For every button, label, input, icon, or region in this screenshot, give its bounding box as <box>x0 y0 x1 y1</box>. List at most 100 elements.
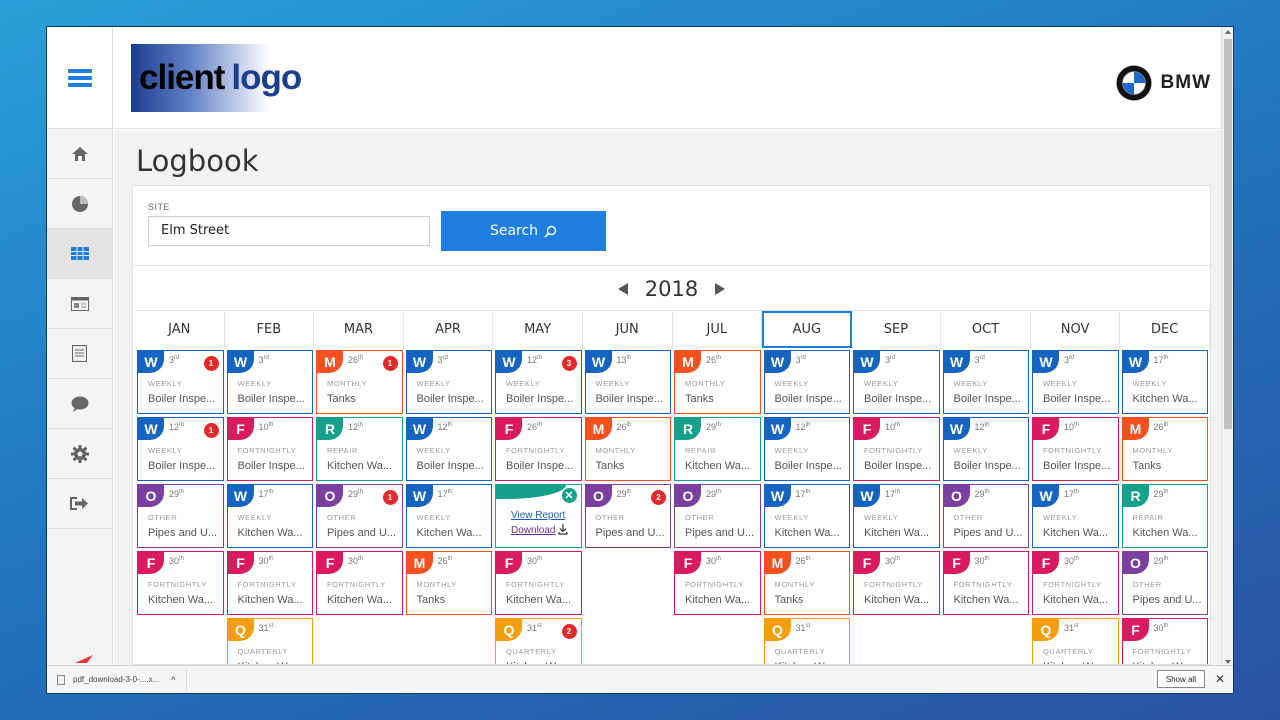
month-header-row: JAN FEB MAR APR MAY JUN JUL AUG SEP OCT NOV DEC <box>135 310 1210 348</box>
search-button[interactable]: Search <box>441 211 606 251</box>
logbook-entry-card[interactable]: O 29th OTHER Pipes and U... 2 <box>584 484 671 548</box>
logbook-entry-card[interactable]: F 10th FORTNIGHTLY Boiler Inspe... <box>1032 417 1119 481</box>
logbook-entry-card[interactable]: W 12th WEEKLY Boiler Inspe... 3 <box>495 350 582 414</box>
month-header-sep[interactable]: SEP <box>852 311 942 348</box>
previous-year-arrow-icon[interactable] <box>617 283 628 295</box>
logbook-entry-card[interactable]: Q31stQUARTERLYKitchen Wa... <box>1032 618 1119 664</box>
bmw-roundel-icon <box>1116 65 1152 101</box>
month-header-aug[interactable]: AUG <box>762 311 852 348</box>
site-input[interactable]: Elm Street <box>148 216 430 246</box>
logbook-entry-card[interactable]: W 3rd WEEKLY Boiler Inspe... <box>1032 350 1119 414</box>
sidebar-item-logbook[interactable] <box>47 229 112 279</box>
show-all-button[interactable]: Show all <box>1156 670 1205 688</box>
next-year-arrow-icon[interactable] <box>715 283 726 295</box>
logbook-entry-card[interactable]: O 29th OTHER Pipes and U... 1 <box>316 484 403 548</box>
month-header-nov[interactable]: NOV <box>1031 311 1121 348</box>
logbook-entry-card[interactable]: O 29th OTHER Pipes and U... <box>942 484 1029 548</box>
chevron-up-icon[interactable]: ^ <box>171 675 175 685</box>
logbook-entry-card[interactable]: R 29th REPAIR Kitchen Wa... <box>674 417 761 481</box>
month-header-mar[interactable]: MAR <box>314 311 404 348</box>
download-item[interactable]: pdf_download-3-0-....x... ^ <box>57 668 187 691</box>
sidebar-item-messages[interactable] <box>47 379 112 429</box>
logbook-entry-card[interactable]: F30thFORTNIGHTLYKitchen Wa... <box>137 551 224 615</box>
logbook-entry-card[interactable]: M 26th MONTHLY Tanks <box>584 417 671 481</box>
sidebar-item-dashboard[interactable] <box>47 279 112 329</box>
logbook-entry-card[interactable]: W 3rd WEEKLY Boiler Inspe... <box>405 350 492 414</box>
sidebar-item-home[interactable] <box>47 129 112 179</box>
logbook-entry-card[interactable]: W 3rd WEEKLY Boiler Inspe... <box>942 350 1029 414</box>
logbook-entry-card[interactable]: R 29th REPAIR Kitchen Wa... <box>1121 484 1208 548</box>
logbook-entry-card[interactable]: F30thFORTNIGHTLYKitchen Wa... <box>942 551 1029 615</box>
view-report-link[interactable]: View Report <box>511 510 565 521</box>
grid-cell: O 29th OTHER Pipes and U... <box>941 483 1030 549</box>
logbook-entry-card[interactable]: W 3rd WEEKLY Boiler Inspe... 1 <box>137 350 224 414</box>
logbook-entry-card[interactable]: M 26th MONTHLY Tanks <box>763 551 850 615</box>
due-day: 12th <box>438 422 453 432</box>
logbook-entry-card[interactable]: W 3rd WEEKLY Boiler Inspe... <box>763 350 850 414</box>
scroll-up-arrow-icon[interactable] <box>1225 30 1231 34</box>
logbook-entry-card[interactable]: F30thFORTNIGHTLYKitchen Wa... <box>1032 551 1119 615</box>
logbook-entry-card[interactable]: W 17th WEEKLY Kitchen Wa... <box>405 484 492 548</box>
logbook-entry-card[interactable]: F30thFORTNIGHTLYKitchen Wa... <box>495 551 582 615</box>
logbook-entry-card[interactable]: W 17th WEEKLY Kitchen Wa... <box>763 484 850 548</box>
logbook-entry-card[interactable]: F 26th FORTNIGHTLY Boiler Inspe... <box>495 417 582 481</box>
month-header-may[interactable]: MAY <box>493 311 583 348</box>
sidebar-item-logout[interactable] <box>47 479 112 529</box>
logbook-entry-card[interactable]: O 29th OTHER Pipes and U... <box>1121 551 1208 615</box>
month-header-jun[interactable]: JUN <box>583 311 673 348</box>
logbook-entry-card[interactable]: W 17th WEEKLY Kitchen Wa... <box>1032 484 1119 548</box>
frequency-label: WEEKLY <box>416 446 451 455</box>
logbook-entry-card[interactable]: W 17th WEEKLY Kitchen Wa... <box>226 484 313 548</box>
scroll-down-arrow-icon[interactable] <box>1225 660 1231 664</box>
scrollbar-thumb[interactable] <box>1224 39 1232 429</box>
logbook-entry-card[interactable]: W 12th WEEKLY Boiler Inspe... 1 <box>137 417 224 481</box>
logbook-entry-card[interactable]: W 17th WEEKLY Kitchen Wa... <box>1121 350 1208 414</box>
logbook-entry-card[interactable]: M 26th MONTHLY Tanks <box>1121 417 1208 481</box>
menu-toggle-button[interactable] <box>47 27 112 129</box>
logbook-entry-card[interactable]: W 12th WEEKLY Boiler Inspe... <box>405 417 492 481</box>
frequency-label: WEEKLY <box>148 379 183 388</box>
month-header-oct[interactable]: OCT <box>941 311 1031 348</box>
logbook-entry-card[interactable]: M 26th MONTHLY Tanks <box>674 350 761 414</box>
due-day: 30th <box>975 556 990 566</box>
close-icon[interactable]: ✕ <box>1215 672 1225 686</box>
logbook-entry-card[interactable]: W 13th WEEKLY Boiler Inspe... <box>584 350 671 414</box>
logbook-entry-card[interactable]: W 12th WEEKLY Boiler Inspe... <box>763 417 850 481</box>
logbook-entry-card[interactable]: F30thFORTNIGHTLYKitchen Wa... <box>853 551 940 615</box>
download-icon[interactable] <box>558 524 568 535</box>
month-header-feb[interactable]: FEB <box>225 311 315 348</box>
logbook-entry-card[interactable]: F30thFORTNIGHTLYKitchen Wa... <box>674 551 761 615</box>
download-link[interactable]: Download <box>511 525 555 536</box>
logbook-entry-card[interactable]: M 26th MONTHLY Tanks 1 <box>316 350 403 414</box>
logbook-entry-card[interactable]: W 3rd WEEKLY Boiler Inspe... <box>226 350 313 414</box>
logbook-entry-card[interactable]: O 29th OTHER Pipes and U... <box>674 484 761 548</box>
logbook-entry-card[interactable]: W 17th WEEKLY Kitchen Wa... <box>853 484 940 548</box>
frequency-tag: F <box>943 552 970 574</box>
page-scrollbar[interactable] <box>1221 27 1233 667</box>
logbook-entry-card[interactable]: Q31stQUARTERLYKitchen Wa... <box>763 618 850 664</box>
month-header-dec[interactable]: DEC <box>1120 311 1210 348</box>
due-day-number: 30 <box>527 556 538 566</box>
logbook-entry-card[interactable]: Q31stQUARTERLYKitchen Wa... <box>226 618 313 664</box>
logbook-entry-card[interactable]: O 29th OTHER Pipes and U... <box>137 484 224 548</box>
task-name: Boiler Inspe... <box>237 460 305 472</box>
month-header-apr[interactable]: APR <box>404 311 494 348</box>
sidebar-item-reports[interactable] <box>47 179 112 229</box>
month-header-jul[interactable]: JUL <box>673 311 763 348</box>
sidebar-item-documents[interactable] <box>47 329 112 379</box>
logbook-entry-card[interactable]: F30thFORTNIGHTLYKitchen Wa... <box>226 551 313 615</box>
logbook-entry-card[interactable]: F 10th FORTNIGHTLY Boiler Inspe... <box>226 417 313 481</box>
logbook-entry-card[interactable]: F 10th FORTNIGHTLY Boiler Inspe... <box>853 417 940 481</box>
popup-swoosh <box>496 485 566 499</box>
logbook-entry-card[interactable]: W 12th WEEKLY Boiler Inspe... <box>942 417 1029 481</box>
logbook-entry-card[interactable]: Q31stQUARTERLYKitchen Wa...2 <box>495 618 582 664</box>
logbook-entry-card[interactable]: F30thFORTNIGHTLYKitchen Wa... <box>316 551 403 615</box>
close-icon[interactable]: ✕ <box>561 488 577 503</box>
logbook-entry-card[interactable]: M 26th MONTHLY Tanks <box>405 551 492 615</box>
logbook-entry-card[interactable]: R 12th REPAIR Kitchen Wa... <box>316 417 403 481</box>
logbook-entry-card[interactable]: F30thFORTNIGHTLYKitchen Wa... <box>1121 618 1208 664</box>
logbook-entry-card[interactable]: W 3rd WEEKLY Boiler Inspe... <box>853 350 940 414</box>
sidebar-item-settings[interactable] <box>47 429 112 479</box>
month-header-jan[interactable]: JAN <box>135 311 225 348</box>
frequency-label: FORTNIGHTLY <box>506 580 565 589</box>
